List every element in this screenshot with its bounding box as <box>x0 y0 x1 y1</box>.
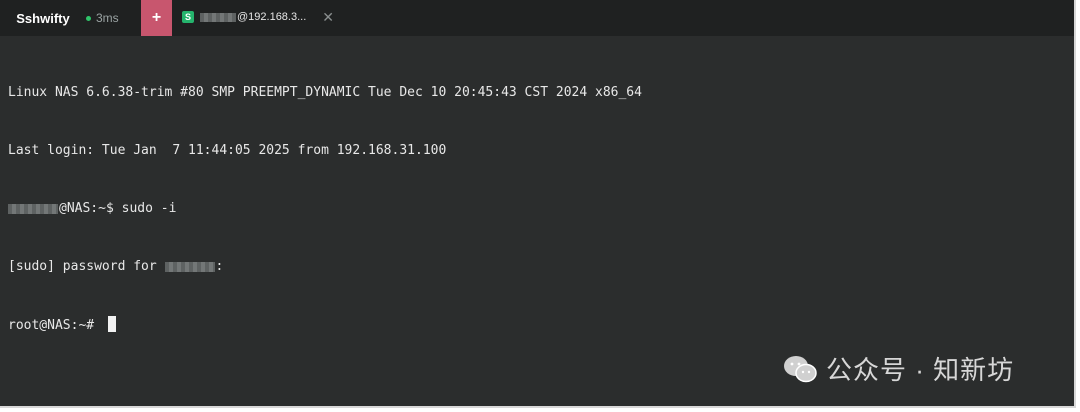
terminal-line-last-login: Last login: Tue Jan 7 11:44:05 2025 from… <box>8 143 447 159</box>
latency-value: 3ms <box>96 11 119 25</box>
session-host: @192.168.3... <box>237 11 307 23</box>
tab-bar: Sshwifty 3ms + S @192.168.3... ✕ <box>0 0 1074 36</box>
terminal-line-password-prompt: [sudo] password for : <box>8 259 224 275</box>
terminal-output[interactable]: Linux NAS 6.6.38-trim #80 SMP PREEMPT_DY… <box>8 44 1066 374</box>
session-tab-title: @192.168.3... <box>200 11 306 23</box>
tab-session[interactable]: S @192.168.3... ✕ <box>172 0 340 36</box>
terminal-window: Sshwifty 3ms + S @192.168.3... ✕ Linux N… <box>0 0 1076 408</box>
app-title[interactable]: Sshwifty <box>0 0 86 36</box>
redacted-username <box>164 261 215 272</box>
terminal-cursor <box>107 315 116 332</box>
new-tab-button[interactable]: + <box>141 0 172 36</box>
status-dot-icon <box>86 15 91 21</box>
redacted-username <box>200 12 236 22</box>
terminal-line-system: Linux NAS 6.6.38-trim #80 SMP PREEMPT_DY… <box>8 84 642 100</box>
redacted-username <box>8 203 58 214</box>
close-icon[interactable]: ✕ <box>322 10 334 24</box>
terminal-line-root-prompt: root@NAS:~# <box>8 315 1066 335</box>
ssh-badge-icon: S <box>182 11 194 23</box>
latency-indicator: 3ms <box>86 0 141 36</box>
wechat-watermark: 公众号 · 知新坊 <box>782 350 1014 387</box>
terminal-line-sudo-command: @NAS:~$ sudo -i <box>8 199 1066 218</box>
watermark-text: 公众号 · 知新坊 <box>826 355 1015 385</box>
wechat-icon <box>784 355 817 382</box>
